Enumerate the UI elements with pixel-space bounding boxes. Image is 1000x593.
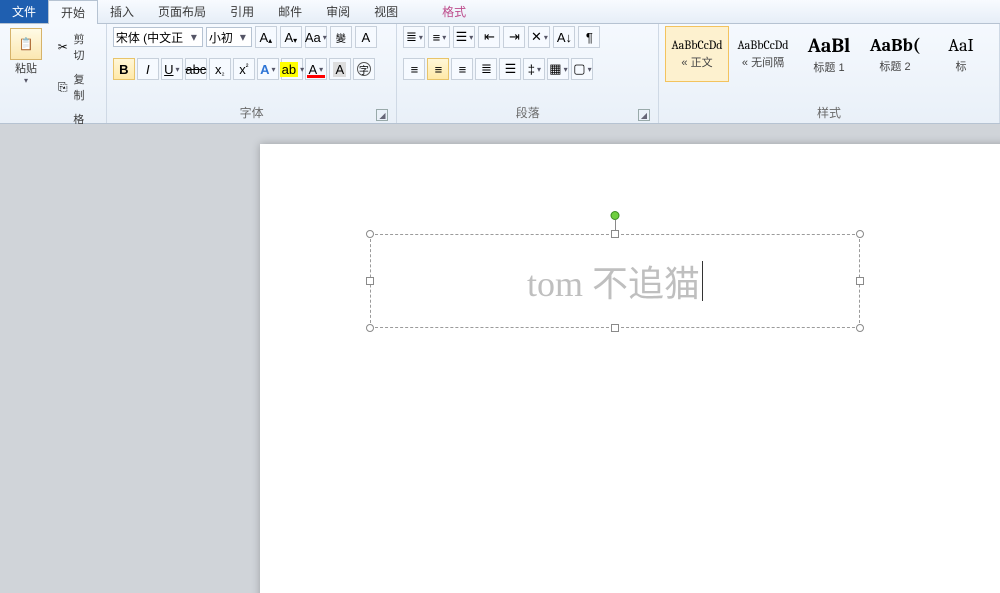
bullets-button[interactable]: ≣▾ [403, 26, 425, 48]
borders-button[interactable]: ▢▾ [571, 58, 593, 80]
enclose-char-button[interactable]: 字 [353, 58, 375, 80]
paragraph-launcher[interactable]: ◢ [638, 109, 650, 121]
italic-button[interactable]: I [137, 58, 159, 80]
shrink-font-button[interactable]: A▾ [280, 26, 302, 48]
styles-group-label: 样式 [817, 106, 841, 120]
text-box-content[interactable]: tom 不追猫 [371, 235, 859, 327]
show-marks-button[interactable]: ¶ [578, 26, 600, 48]
copy-button[interactable]: ⎘复制 [50, 68, 100, 106]
style-item-0[interactable]: AaBbCcDd « 正文 [665, 26, 729, 82]
tab-references[interactable]: 引用 [218, 0, 266, 23]
style-preview: AaBbCcDd [737, 38, 788, 52]
style-item-2[interactable]: AaBl 标题 1 [797, 26, 861, 82]
character-border-button[interactable]: A [355, 26, 377, 48]
sort-button[interactable]: A↓ [553, 26, 575, 48]
text-cursor [702, 261, 703, 301]
tab-review[interactable]: 审阅 [314, 0, 362, 23]
multilevel-list-button[interactable]: ☰▾ [453, 26, 475, 48]
style-name: 标题 2 [879, 58, 910, 74]
cut-button[interactable]: ✂剪切 [50, 28, 100, 66]
rotate-handle[interactable] [611, 211, 620, 220]
clipboard-icon: 📋 [18, 36, 34, 52]
document-workspace[interactable]: tom 不追猫 [0, 124, 1000, 593]
style-preview: AaBb( [870, 35, 920, 56]
paragraph-group-label: 段落 [516, 106, 540, 120]
text-effects-button[interactable]: A▾ [257, 58, 279, 80]
font-launcher[interactable]: ◢ [376, 109, 388, 121]
line-spacing-button[interactable]: ‡▾ [523, 58, 545, 80]
highlight-button[interactable]: ab▾ [281, 58, 303, 80]
align-right-button[interactable]: ≡ [451, 58, 473, 80]
paste-button[interactable]: 📋 粘贴 ▾ [6, 26, 46, 87]
decrease-indent-button[interactable]: ⇤ [478, 26, 500, 48]
copy-icon: ⎘ [55, 79, 71, 95]
distributed-button[interactable]: ☰ [499, 58, 521, 80]
increase-indent-button[interactable]: ⇥ [503, 26, 525, 48]
grow-font-button[interactable]: A▴ [255, 26, 277, 48]
char-shading-button[interactable]: A [329, 58, 351, 80]
tab-home[interactable]: 开始 [48, 0, 98, 24]
asian-layout-button[interactable]: ✕▾ [528, 26, 550, 48]
font-name-combo[interactable]: 宋体 (中文正▾ [113, 27, 203, 47]
superscript-button[interactable]: x² [233, 58, 255, 80]
style-gallery: AaBbCcDd « 正文 AaBbCcDd « 无间隔 AaBl 标题 1 AaBb( 标题… [665, 26, 993, 82]
tab-view[interactable]: 视图 [362, 0, 410, 23]
text-box[interactable]: tom 不追猫 [370, 234, 860, 328]
paste-label: 粘贴 [15, 60, 37, 76]
style-item-4[interactable]: AaI 标 [929, 26, 993, 82]
page[interactable]: tom 不追猫 [260, 144, 1000, 593]
style-item-3[interactable]: AaBb( 标题 2 [863, 26, 927, 82]
font-group-label: 字体 [240, 106, 264, 120]
bold-button[interactable]: B [113, 58, 135, 80]
align-center-button[interactable]: ≡ [427, 58, 449, 80]
tab-format[interactable]: 格式 [430, 0, 478, 23]
style-name: 标 [956, 58, 967, 74]
style-preview: AaI [948, 35, 973, 56]
numbering-button[interactable]: ≡▾ [428, 26, 450, 48]
font-color-button[interactable]: A▾ [305, 58, 327, 80]
strikethrough-button[interactable]: abc [185, 58, 207, 80]
style-name: 标题 1 [813, 59, 844, 75]
subscript-button[interactable]: x₂ [209, 58, 231, 80]
style-name: « 无间隔 [742, 54, 784, 70]
tab-file[interactable]: 文件 [0, 0, 48, 23]
font-size-combo[interactable]: 小初▾ [206, 27, 252, 47]
underline-button[interactable]: U▾ [161, 58, 183, 80]
style-preview: AaBl [808, 34, 850, 57]
style-item-1[interactable]: AaBbCcDd « 无间隔 [731, 26, 795, 82]
change-case-button[interactable]: Aa▾ [305, 26, 327, 48]
ribbon: 📋 粘贴 ▾ ✂剪切 ⎘复制 🖌格式刷 剪贴板◢ 宋体 (中文正▾ 小初▾ A▴ [0, 24, 1000, 124]
shading-button[interactable]: ▦▾ [547, 58, 569, 80]
scissors-icon: ✂ [55, 39, 71, 55]
align-left-button[interactable]: ≡ [403, 58, 425, 80]
tab-mail[interactable]: 邮件 [266, 0, 314, 23]
phonetic-guide-button[interactable]: 變 [330, 26, 352, 48]
style-name: « 正文 [681, 54, 712, 70]
style-preview: AaBbCcDd [671, 38, 722, 52]
ribbon-tabs: 文件 开始 插入 页面布局 引用 邮件 审阅 视图 格式 [0, 0, 1000, 24]
tab-insert[interactable]: 插入 [98, 0, 146, 23]
tab-layout[interactable]: 页面布局 [146, 0, 218, 23]
justify-button[interactable]: ≣ [475, 58, 497, 80]
